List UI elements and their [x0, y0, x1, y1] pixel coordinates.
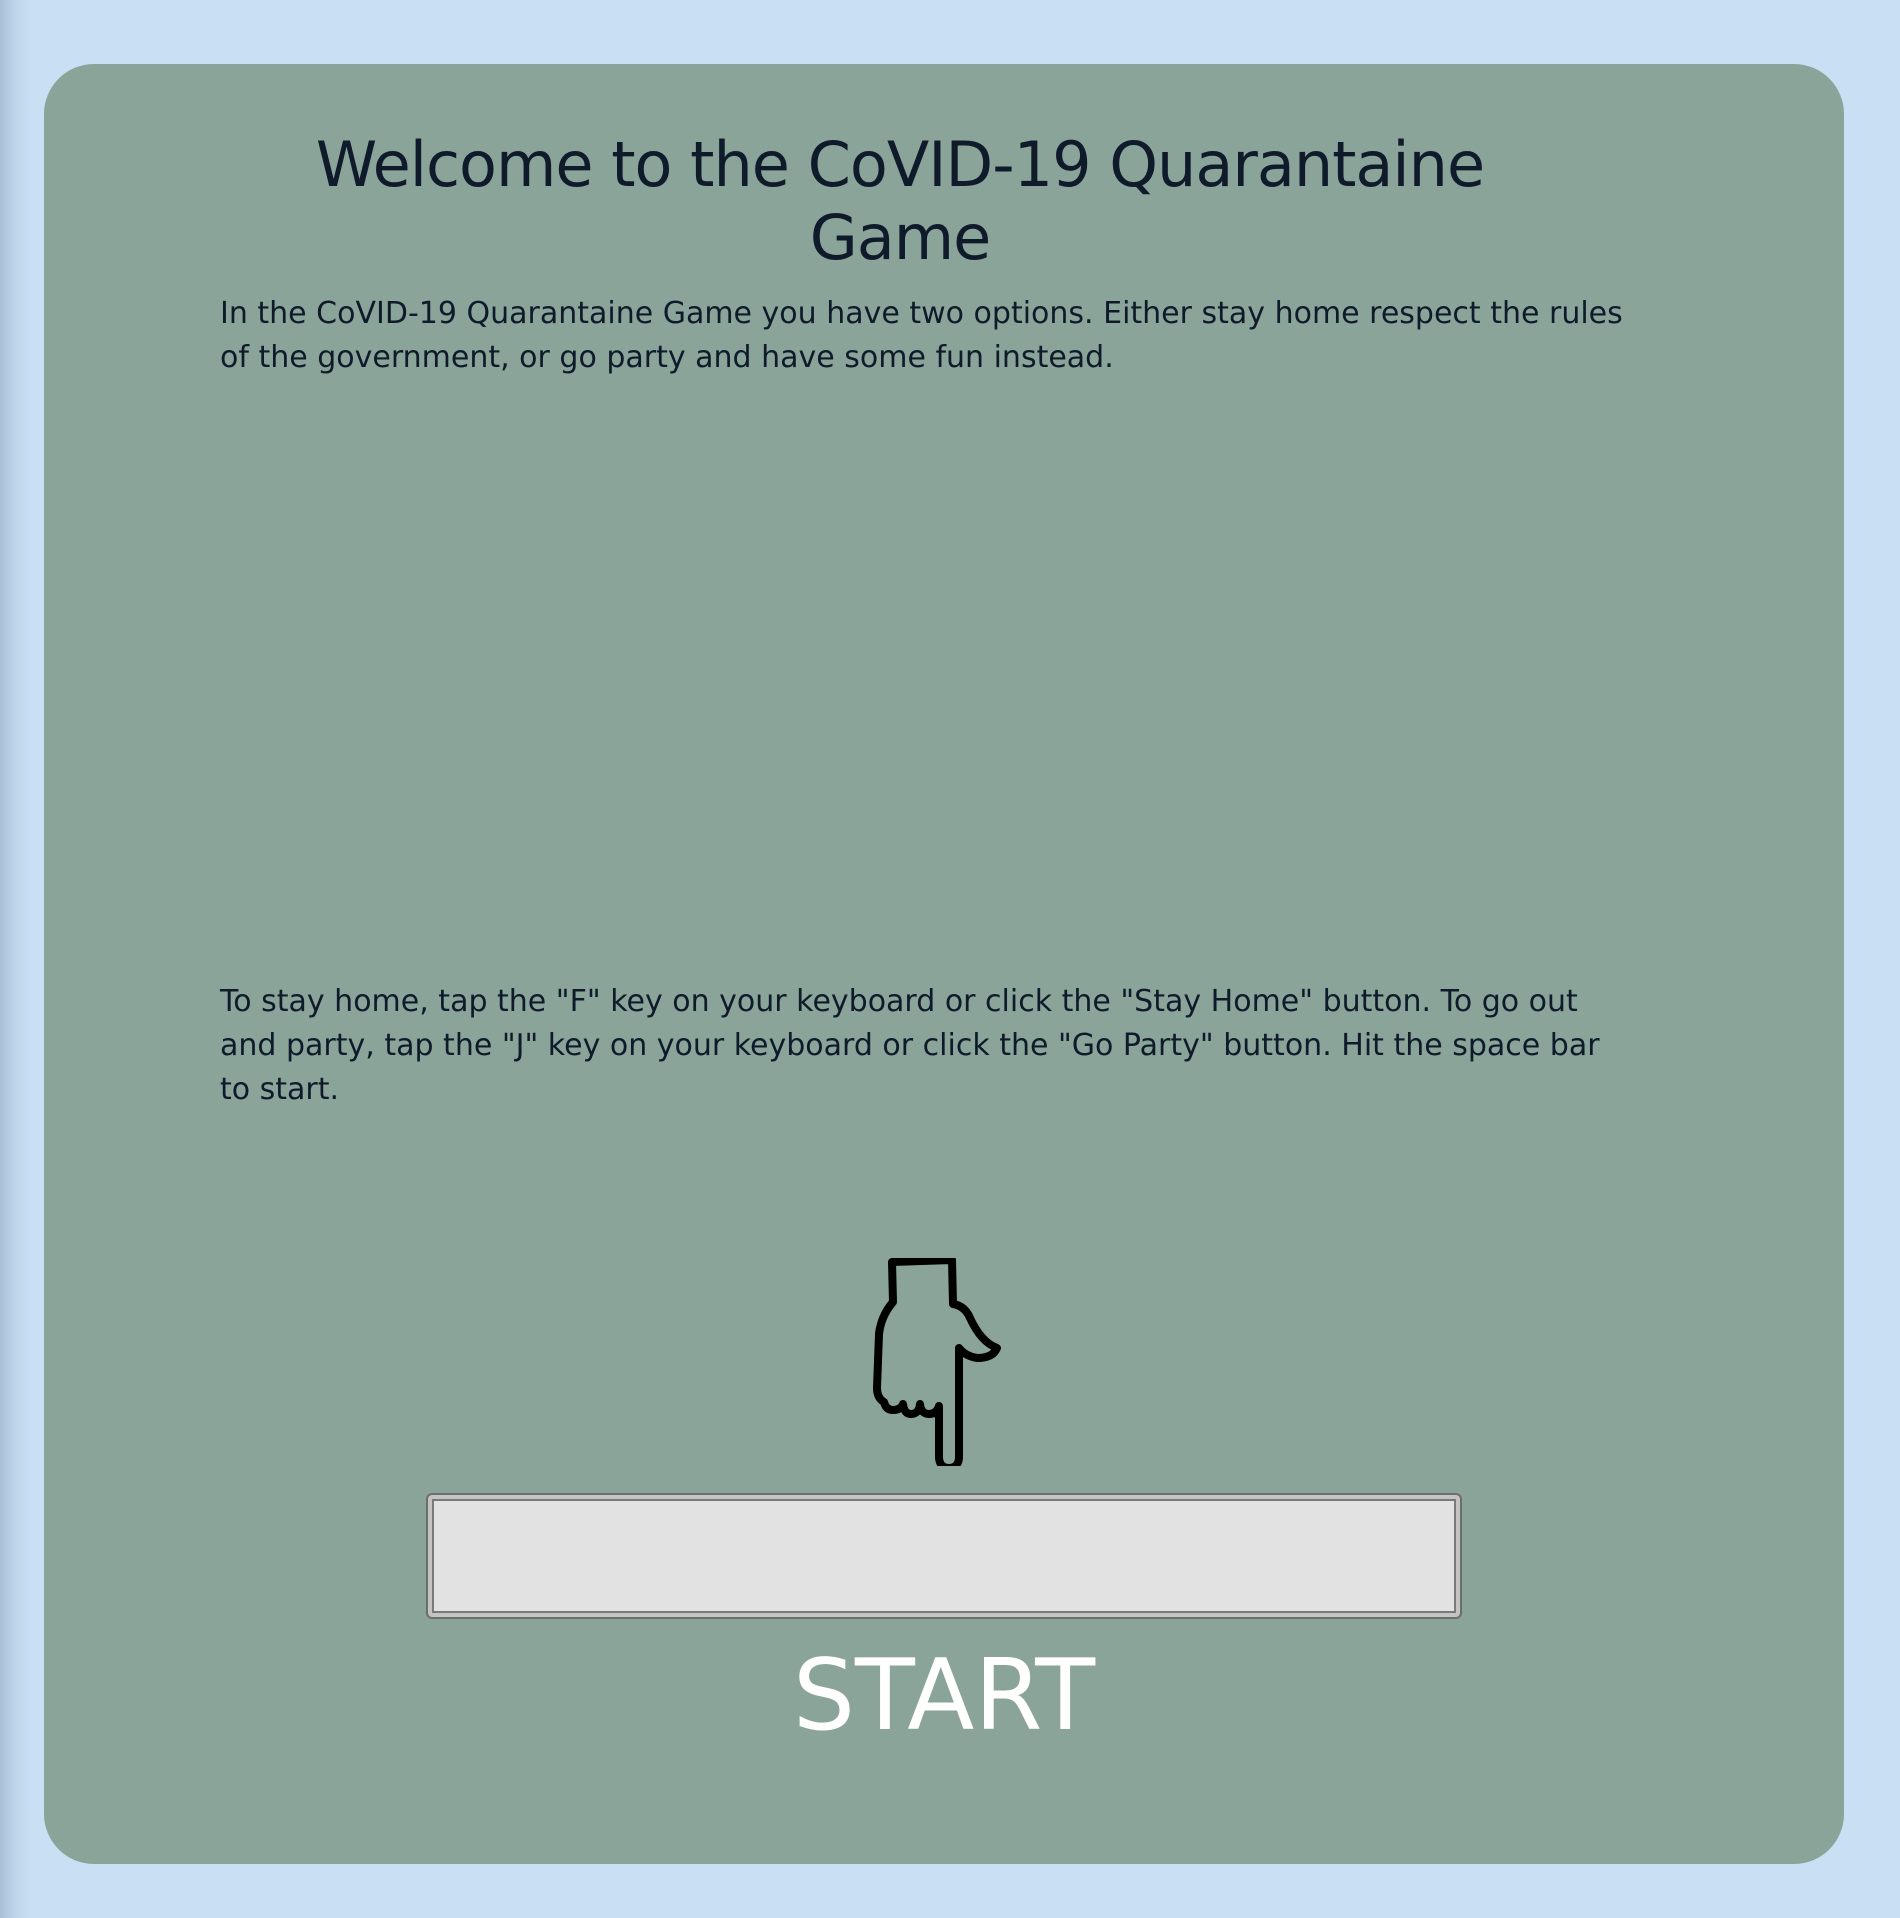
- start-button[interactable]: [426, 1493, 1462, 1619]
- start-label[interactable]: START: [426, 1636, 1462, 1756]
- page-title: Welcome to the CoVID-19 Quarantaine Game: [315, 128, 1485, 274]
- intro-text: In the CoVID-19 Quarantaine Game you hav…: [220, 296, 1623, 375]
- window-edge: [0, 0, 30, 1918]
- instructions-text: To stay home, tap the "F" key on your ke…: [220, 984, 1600, 1107]
- pointing-down-hand-icon: [873, 1258, 1001, 1466]
